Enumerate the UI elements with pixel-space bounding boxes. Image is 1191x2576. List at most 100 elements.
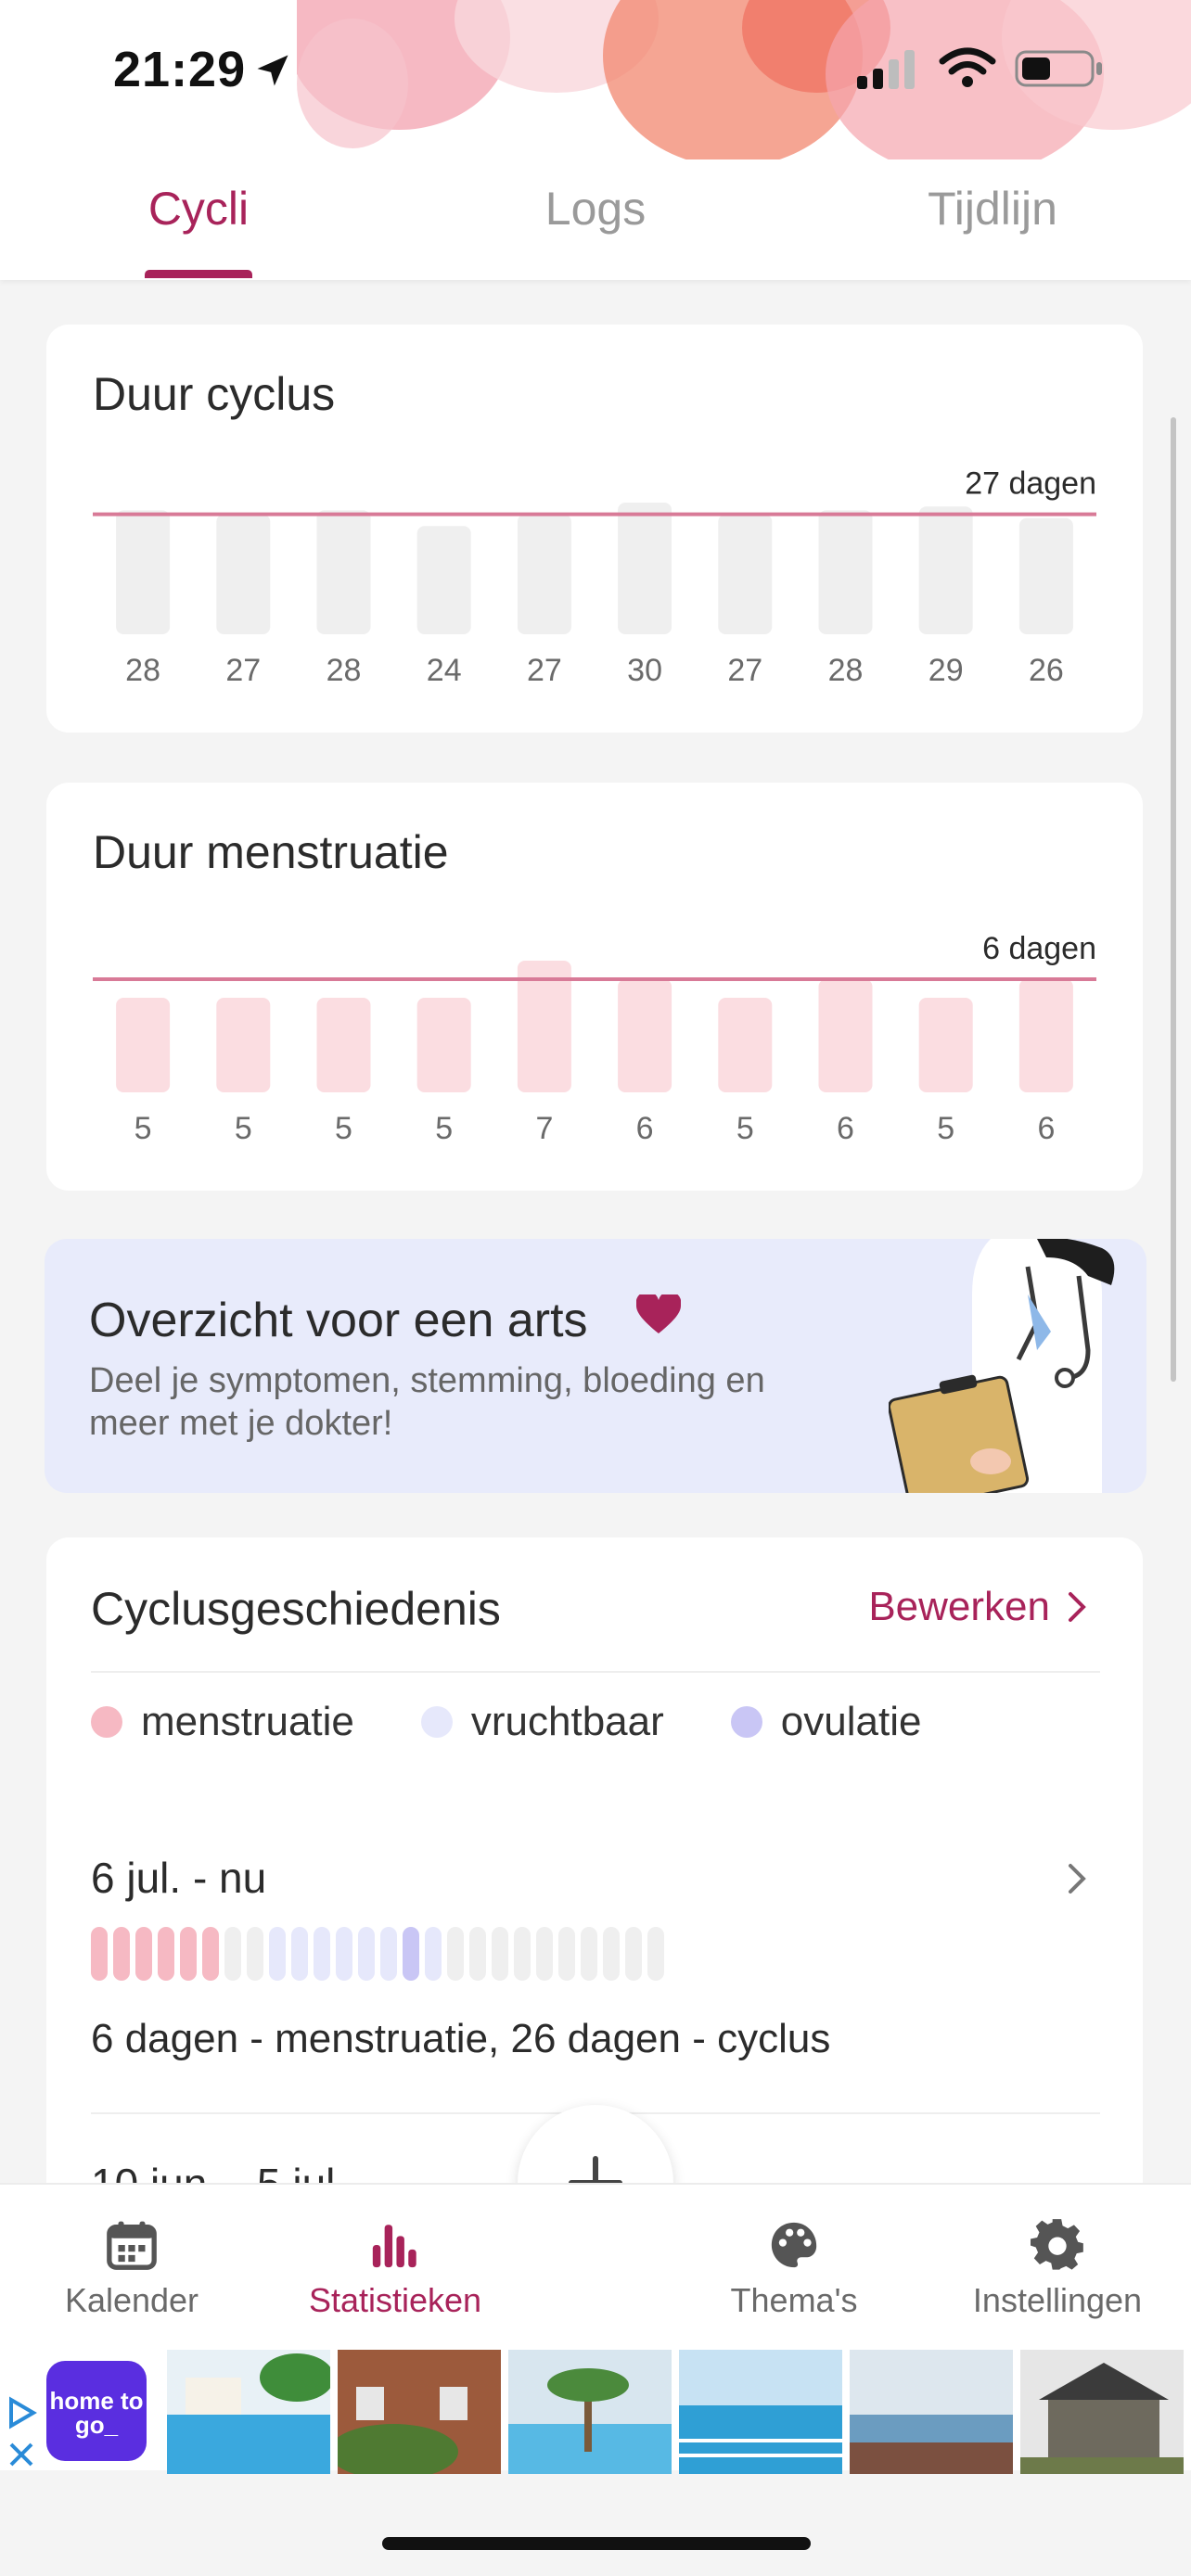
nav-statistieken[interactable]: Statistieken — [284, 2218, 506, 2320]
legend-fertile: vruchtbaar — [420, 1699, 664, 1745]
doctor-report-banner[interactable]: Overzicht voor een arts Deel je symptome… — [45, 1239, 1146, 1493]
cycle-length-bar — [116, 510, 171, 634]
cycle-day — [647, 1927, 664, 1981]
tab-tijdlijn[interactable]: Tijdlijn — [794, 159, 1191, 278]
period-length-bar-label: 5 — [736, 1111, 754, 1146]
ad-photo-lap-pool — [679, 2350, 842, 2474]
cycle-length-bar-label: 27 — [225, 653, 261, 688]
cycle-day — [492, 1927, 508, 1981]
location-arrow-icon — [257, 55, 288, 86]
nav-instellingen[interactable]: Instellingen — [946, 2218, 1169, 2320]
cycle-day — [224, 1927, 241, 1981]
cycle-length-bar-label: 28 — [327, 653, 362, 688]
period-length-bar-label: 6 — [837, 1111, 854, 1146]
cycle-length-bar-label: 30 — [627, 653, 662, 688]
period-length-bar — [818, 979, 873, 1092]
cycle-day — [603, 1927, 620, 1981]
doctor-banner-title: Overzicht voor een arts — [89, 1294, 588, 1347]
period-length-bar-label: 5 — [435, 1111, 453, 1146]
ad-brand-logo: home to go_ — [46, 2361, 147, 2461]
period-length-bar-label: 6 — [636, 1111, 654, 1146]
cycle-length-bar-label: 24 — [427, 653, 462, 688]
cycle-length-bar — [718, 514, 773, 634]
cycle-length-bar-label: 27 — [727, 653, 762, 688]
chevron-right-icon — [1069, 1592, 1086, 1622]
heart-icon — [636, 1294, 681, 1333]
period-length-chart: 6 dagen 5 5 5 5 7 6 5 6 5 6 — [93, 931, 1096, 1146]
period-length-bar — [918, 998, 973, 1092]
period-length-bar — [1018, 979, 1073, 1092]
tab-logs[interactable]: Logs — [397, 159, 794, 278]
app-header: 21:29 Cycli Logs Tijdlijn — [0, 0, 1191, 280]
calendar-icon — [107, 2221, 157, 2270]
cycle-length-bar-label: 27 — [527, 653, 562, 688]
cycle-day — [291, 1927, 308, 1981]
period-length-bar-label: 5 — [937, 1111, 954, 1146]
legend-menstruation-label: menstruatie — [141, 1699, 354, 1744]
cycle-length-average-label: 27 dagen — [965, 466, 1096, 502]
cycle-length-bar — [918, 506, 973, 634]
period-length-bar — [718, 998, 773, 1092]
period-length-card[interactable]: Duur menstruatie 6 dagen 5 5 5 5 7 6 5 6 5 6 — [46, 783, 1143, 1191]
ad-photo-house — [338, 2350, 501, 2474]
ad-photo-cottage — [1020, 2350, 1184, 2474]
period-length-bar-label: 5 — [235, 1111, 252, 1146]
edit-history-button[interactable]: Bewerken — [868, 1584, 1087, 1630]
period-length-bar-label: 5 — [335, 1111, 352, 1146]
period-length-average-label: 6 dagen — [982, 931, 1096, 966]
legend-fertile-label: vruchtbaar — [470, 1699, 664, 1744]
cycle-day — [202, 1927, 219, 1981]
period-length-bar — [416, 998, 471, 1092]
nav-themas[interactable]: Thema's — [683, 2218, 905, 2320]
cycle-day — [469, 1927, 486, 1981]
bar-chart-icon — [372, 2225, 416, 2268]
doctor-banner-text: Deel je symptomen, stemming, bloeding en… — [89, 1361, 765, 1443]
cycle-length-bar-label: 28 — [125, 653, 160, 688]
battery-icon — [1015, 50, 1102, 87]
cycle-length-bar-label: 28 — [828, 653, 864, 688]
nav-kalender[interactable]: Kalender — [20, 2218, 243, 2320]
wifi-icon — [939, 47, 996, 87]
close-icon[interactable] — [7, 2441, 35, 2468]
chevron-right-icon — [1069, 1864, 1086, 1894]
gear-icon — [1031, 2219, 1083, 2270]
nav-instellingen-label: Instellingen — [972, 2281, 1143, 2319]
cycle-day — [558, 1927, 575, 1981]
cycle-day — [314, 1927, 330, 1981]
cycle-length-chart: 27 dagen 28 27 28 24 27 30 27 28 29 26 — [93, 466, 1096, 688]
cycle-day — [135, 1927, 152, 1981]
period-length-bar-label: 5 — [134, 1111, 152, 1146]
cycle-history-title: Cyclusgeschiedenis — [91, 1583, 501, 1635]
tab-cycli[interactable]: Cycli — [0, 159, 397, 278]
ad-banner[interactable]: home to go_ — [0, 2340, 1191, 2474]
ad-photo-lake — [850, 2350, 1013, 2474]
cycle-day — [514, 1927, 531, 1981]
period-length-bar — [216, 998, 271, 1092]
period-length-bar — [116, 998, 171, 1092]
legend-ovulation-label: ovulatie — [780, 1699, 922, 1744]
scrollbar[interactable] — [1171, 417, 1176, 1382]
menstruation-dot-icon — [91, 1706, 122, 1738]
cycle-day — [425, 1927, 442, 1981]
doctor-illustration — [889, 1239, 1115, 1493]
cycle-day — [180, 1927, 197, 1981]
period-length-bar — [618, 979, 672, 1092]
cycle-legend: menstruatie vruchtbaar ovulatie — [91, 1699, 988, 1745]
cycle-day — [403, 1927, 419, 1981]
cycle-day — [380, 1927, 397, 1981]
cycle-day — [113, 1927, 130, 1981]
ad-choices-icon[interactable] — [7, 2396, 37, 2429]
cycle-day — [269, 1927, 286, 1981]
fertile-dot-icon — [420, 1706, 453, 1738]
legend-menstruation: menstruatie — [91, 1699, 354, 1745]
legend-ovulation: ovulatie — [730, 1699, 922, 1745]
cycle-length-bar — [416, 526, 471, 634]
cycle-length-card[interactable]: Duur cyclus 27 dagen 28 27 28 24 27 30 27 28 29 26 — [46, 325, 1143, 733]
top-tabs: Cycli Logs Tijdlijn — [0, 159, 1191, 278]
ad-photo-strip — [167, 2350, 1184, 2474]
cycle-day — [625, 1927, 642, 1981]
cycle-length-bar — [618, 503, 672, 634]
ovulation-dot-icon — [730, 1706, 762, 1738]
cycle-day — [358, 1927, 375, 1981]
cycle-length-bar-label: 26 — [1029, 653, 1064, 688]
